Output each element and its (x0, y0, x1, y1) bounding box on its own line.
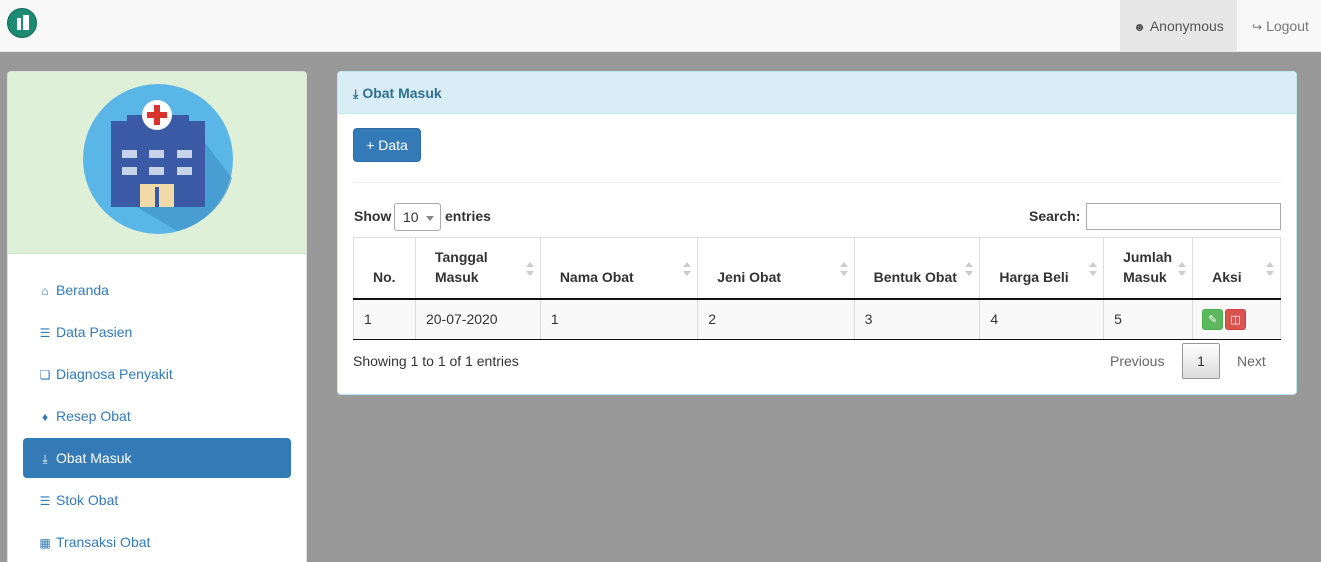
logout-label: Logout (1266, 18, 1309, 34)
column-label: Harga Beli (999, 268, 1069, 285)
column-header-aksi[interactable]: Aksi (1192, 237, 1281, 300)
cell-tanggal-masuk: 20-07-2020 (414, 298, 541, 340)
pagination-previous[interactable]: Previous (1098, 344, 1176, 379)
column-header-no[interactable]: No. (353, 237, 416, 300)
sidebar-item-label: Beranda (56, 282, 109, 298)
logout-link[interactable]: ↪ Logout (1237, 0, 1321, 52)
column-header-jeni-obat[interactable]: Jeni Obat (697, 237, 855, 300)
column-header-bentuk-obat[interactable]: Bentuk Obat (853, 237, 981, 300)
table-icon: ▦ (39, 536, 51, 550)
obat-masuk-table: No. Tanggal Masuk Nama Obat Jeni Obat Be… (353, 237, 1281, 340)
column-header-harga-beli[interactable]: Harga Beli (979, 237, 1105, 300)
sort-icon (839, 261, 848, 276)
sort-icon (1178, 261, 1187, 276)
panel-heading: ⤓ Obat Masuk (338, 72, 1296, 114)
sidebar-header (8, 72, 306, 254)
sort-icon (965, 261, 974, 276)
sidebar-item-label: Diagnosa Penyakit (56, 366, 173, 382)
sidebar-item-label: Data Pasien (56, 324, 133, 340)
top-navbar: ☻ Anonymous ↪ Logout (0, 0, 1321, 52)
cell-bentuk-obat: 3 (853, 298, 981, 340)
column-label: Tanggal Masuk (434, 248, 488, 285)
sidebar-item-obat-masuk[interactable]: ⤓ Obat Masuk (23, 438, 291, 478)
tags-icon: ♦ (41, 410, 49, 424)
delete-button[interactable]: ◫ (1225, 308, 1247, 330)
obat-masuk-panel: ⤓ Obat Masuk + Data Show 10 entries Searc… (337, 71, 1297, 395)
user-name: Anonymous (1149, 18, 1224, 34)
sidebar-item-resep-obat[interactable]: ♦ Resep Obat (23, 396, 291, 436)
sidebar-item-stok-obat[interactable]: ☰ Stok Obat (23, 480, 291, 520)
show-label: Show (354, 208, 392, 224)
search-label: Search: (1029, 208, 1081, 224)
sort-icon (525, 261, 534, 276)
table-header-row: No. Tanggal Masuk Nama Obat Jeni Obat Be… (353, 237, 1281, 300)
page-length-select[interactable]: 10 (394, 203, 441, 231)
sidebar-item-label: Resep Obat (56, 408, 131, 424)
sidebar-item-transaksi-obat[interactable]: ▦ Transaksi Obat (23, 522, 291, 562)
hospital-building-icon (83, 84, 233, 234)
search-input[interactable] (1086, 203, 1281, 230)
entries-label: entries (445, 208, 491, 224)
trash-icon: ◫ (1230, 313, 1241, 326)
cell-jeni-obat: 2 (697, 298, 855, 340)
panel-title: Obat Masuk (362, 85, 442, 101)
sidebar-item-diagnosa-penyakit[interactable]: ❏ Diagnosa Penyakit (23, 354, 291, 394)
column-label: Jeni Obat (717, 268, 782, 285)
chevron-down-icon (426, 216, 434, 221)
pencil-icon: ✎ (1207, 313, 1218, 326)
column-label: Aksi (1212, 268, 1242, 285)
cell-jumlah-masuk: 5 (1103, 298, 1194, 340)
download-icon: ⤓ (353, 87, 359, 101)
add-data-button[interactable]: + Data (353, 128, 421, 162)
divider (353, 182, 1281, 183)
sort-icon (1266, 261, 1274, 276)
user-icon: ☻ (1133, 20, 1146, 34)
column-label: Bentuk Obat (873, 268, 957, 285)
column-label: Jumlah Masuk (1123, 248, 1173, 285)
home-icon: ⌂ (41, 284, 49, 298)
cell-harga-beli: 4 (979, 298, 1105, 340)
download-icon: ⤓ (42, 452, 48, 466)
sidebar-item-beranda[interactable]: ⌂ Beranda (23, 270, 291, 310)
table-row: 1 20-07-2020 1 2 3 4 5 ✎ ◫ (353, 298, 1281, 340)
edit-button[interactable]: ✎ (1202, 308, 1224, 330)
sidebar-item-label: Stok Obat (56, 492, 119, 508)
sign-out-icon: ↪ (1252, 20, 1263, 34)
sort-icon (1089, 261, 1098, 276)
sidebar-item-label: Obat Masuk (56, 450, 132, 466)
pagination-page-1[interactable]: 1 (1182, 343, 1220, 379)
table-info: Showing 1 to 1 of 1 entries (353, 353, 519, 369)
sidebar-item-data-pasien[interactable]: ☰ Data Pasien (23, 312, 291, 352)
sidebar: ⌂ Beranda ☰ Data Pasien ❏ Diagnosa Penyakit… (7, 71, 307, 562)
cell-aksi: ✎ ◫ (1192, 298, 1281, 340)
column-header-jumlah-masuk[interactable]: Jumlah Masuk (1103, 237, 1194, 300)
column-header-tanggal-masuk[interactable]: Tanggal Masuk (414, 237, 541, 300)
user-menu[interactable]: ☻ Anonymous (1120, 0, 1237, 52)
pagination-next[interactable]: Next (1225, 344, 1278, 379)
page-length-value: 10 (403, 209, 419, 225)
list-icon: ☰ (39, 494, 51, 508)
copy-icon: ❏ (39, 368, 51, 382)
column-header-nama-obat[interactable]: Nama Obat (539, 237, 699, 300)
sort-icon (683, 261, 692, 276)
cell-no: 1 (353, 298, 416, 340)
sidebar-item-label: Transaksi Obat (56, 534, 151, 550)
cell-nama-obat: 1 (539, 298, 699, 340)
pharmacy-logo-icon[interactable] (7, 8, 37, 38)
database-icon: ☰ (39, 326, 51, 340)
column-label: No. (373, 268, 396, 285)
column-label: Nama Obat (559, 268, 634, 285)
